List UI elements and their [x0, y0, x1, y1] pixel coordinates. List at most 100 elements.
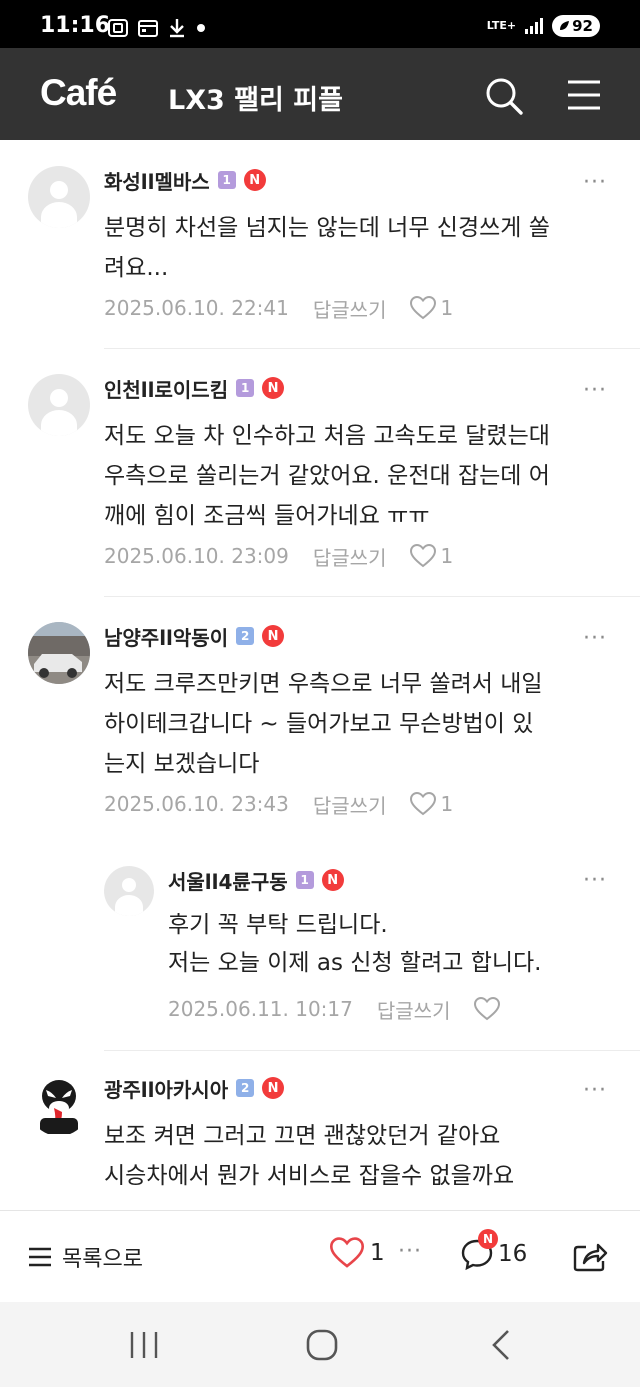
comment-meta: 2025.06.11. 10:17 답글쓰기 — [168, 994, 504, 1024]
comment-text: 보조 켜면 그러고 끄면 괜찮았던거 같아요 시승차에서 뭔가 서비스로 잡을수… — [104, 1116, 514, 1196]
comment-line: 후기 꼭 부탁 드립니다. — [168, 912, 388, 938]
comment-author: 화성ll멜바스 1 N — [104, 166, 266, 194]
comment-line: 우측으로 쏠리는거 같았어요. 운전대 잡는데 어 — [104, 463, 550, 489]
comment-text: 저도 크루즈만키면 우측으로 너무 쏠려서 내일 하이테크갑니다 ~ 들어가보고… — [104, 664, 543, 784]
reply-button[interactable]: 답글쓰기 — [313, 294, 387, 323]
comment-text: 저도 오늘 차 인수하고 처음 고속도로 달렸는대 우측으로 쏠리는거 같았어요… — [104, 416, 550, 536]
status-time: 11:16 — [40, 13, 111, 38]
nickname[interactable]: 남양주ll악동이 — [104, 622, 228, 651]
back-to-list-button[interactable]: 목록으로 — [28, 1241, 143, 1273]
comment-line: 저도 크루즈만키면 우측으로 너무 쏠려서 내일 — [104, 671, 543, 697]
like-count: 1 — [440, 296, 454, 320]
comment-item: 화성ll멜바스 1 N ··· 분명히 차선을 넘지는 않는데 너무 신경쓰게 … — [0, 140, 640, 348]
comment-list: 화성ll멜바스 1 N ··· 분명히 차선을 넘지는 않는데 너무 신경쓰게 … — [0, 140, 640, 1210]
level-badge: 2 — [236, 1079, 255, 1097]
list-icon — [29, 1247, 51, 1267]
comment-date: 2025.06.11. 10:17 — [168, 997, 353, 1021]
comments-button[interactable]: N 16 — [460, 1229, 528, 1271]
comment-author: 인천ll로이드킴 1 N — [104, 374, 285, 403]
comment-text: 분명히 차선을 넘지는 않는데 너무 신경쓰게 쏠 려요... — [104, 208, 550, 288]
level-badge: 1 — [295, 871, 314, 889]
new-badge: N — [243, 169, 266, 191]
search-icon[interactable] — [484, 76, 524, 116]
comment-author: 광주ll아카시아 2 N — [104, 1074, 285, 1103]
status-bar: 11:16 LTE+ 92 — [0, 0, 640, 48]
dot-icon — [197, 24, 205, 32]
comment-like-button[interactable]: 1 — [410, 296, 453, 320]
nickname[interactable]: 인천ll로이드킴 — [104, 374, 228, 403]
menu-icon[interactable] — [566, 78, 602, 112]
more-icon[interactable]: ··· — [580, 1080, 610, 1106]
comment-line: 분명히 차선을 넘지는 않는데 너무 신경쓰게 쏠 — [104, 215, 550, 241]
like-count: 1 — [440, 792, 454, 816]
comment-like-button[interactable]: 1 — [410, 544, 453, 568]
list-label: 목록으로 — [62, 1247, 143, 1272]
back-icon[interactable] — [482, 1328, 522, 1362]
comment-date: 2025.06.10. 23:09 — [104, 544, 289, 568]
download-icon — [170, 19, 184, 38]
comment-like-button[interactable]: 1 — [410, 792, 453, 816]
nickname[interactable]: 광주ll아카시아 — [104, 1074, 228, 1103]
level-badge: 1 — [236, 379, 255, 397]
comment-date: 2025.06.10. 23:43 — [104, 792, 289, 816]
more-icon[interactable]: ··· — [398, 1239, 422, 1264]
new-badge: N — [478, 1229, 498, 1249]
comment-count: 16 — [498, 1241, 528, 1267]
network-type: LTE+ — [486, 19, 517, 32]
comment-line: 시승차에서 뭔가 서비스로 잡을수 없을까요 — [104, 1163, 515, 1189]
reply-button[interactable]: 답글쓰기 — [313, 542, 387, 571]
comment-author: 서울ll4륜구동 1 N — [168, 866, 344, 894]
comment-line: 려요... — [104, 255, 169, 281]
comment-line: 는지 보겠습니다 — [104, 751, 260, 777]
comment-item: 인천ll로이드킴 1 N ··· 저도 오늘 차 인수하고 처음 고속도로 달렸… — [0, 348, 640, 596]
heart-icon — [410, 544, 437, 568]
avatar-photo — [40, 1080, 78, 1134]
level-badge: 1 — [217, 171, 236, 189]
comment-author: 남양주ll악동이 2 N — [104, 622, 285, 651]
new-badge: N — [262, 1077, 285, 1099]
comment-item: 남양주ll악동이 2 N ··· 저도 크루즈만키면 우측으로 너무 쏠려서 내… — [0, 596, 640, 842]
heart-icon — [474, 997, 501, 1021]
status-system-icons: LTE+ 92 — [487, 14, 600, 38]
comment-line: 저는 오늘 이제 as 신청 할려고 합니다. — [168, 950, 542, 976]
like-count: 1 — [440, 544, 454, 568]
system-navigation-bar — [0, 1302, 640, 1387]
avatar[interactable] — [28, 166, 90, 228]
bottom-action-bar: 목록으로 1 ··· N 16 — [0, 1210, 640, 1302]
heart-icon — [410, 296, 437, 320]
avatar[interactable] — [28, 622, 90, 684]
post-like-button[interactable]: 1 — [330, 1237, 385, 1269]
comment-line: 저도 오늘 차 인수하고 처음 고속도로 달렸는대 — [104, 423, 550, 449]
reply-button[interactable]: 답글쓰기 — [313, 790, 387, 819]
nickname[interactable]: 화성ll멜바스 — [104, 166, 210, 195]
battery-indicator: 92 — [552, 15, 600, 37]
cafe-name[interactable]: LX3 팰리 피플 — [168, 78, 343, 117]
battery-saver-icon — [560, 21, 570, 30]
calendar-icon — [138, 20, 158, 37]
more-icon[interactable]: ··· — [580, 870, 610, 896]
level-badge: 2 — [236, 627, 255, 645]
comment-meta: 2025.06.10. 22:41 답글쓰기 1 — [104, 293, 453, 323]
avatar[interactable] — [104, 866, 154, 916]
avatar-photo — [28, 622, 90, 684]
battery-level: 92 — [572, 17, 593, 35]
status-notification-icons — [108, 18, 206, 38]
more-icon[interactable]: ··· — [580, 380, 610, 406]
heart-icon — [410, 792, 437, 816]
share-icon[interactable] — [572, 1239, 608, 1273]
home-icon[interactable] — [302, 1328, 342, 1362]
avatar[interactable] — [28, 1074, 90, 1136]
reply-button[interactable]: 답글쓰기 — [377, 995, 451, 1024]
nickname[interactable]: 서울ll4륜구동 — [168, 866, 288, 895]
more-icon[interactable]: ··· — [580, 628, 610, 654]
signal-icon — [525, 18, 544, 34]
app-header: Café LX3 팰리 피플 — [0, 48, 640, 140]
cafe-logo[interactable]: Café — [40, 72, 117, 114]
recent-apps-icon[interactable] — [124, 1328, 164, 1362]
avatar[interactable] — [28, 374, 90, 436]
comment-like-button[interactable] — [474, 997, 504, 1021]
new-badge: N — [262, 377, 285, 399]
comment-line: 보조 켜면 그러고 끄면 괜찮았던거 같아요 — [104, 1123, 501, 1149]
new-badge: N — [262, 625, 285, 647]
more-icon[interactable]: ··· — [580, 172, 610, 198]
